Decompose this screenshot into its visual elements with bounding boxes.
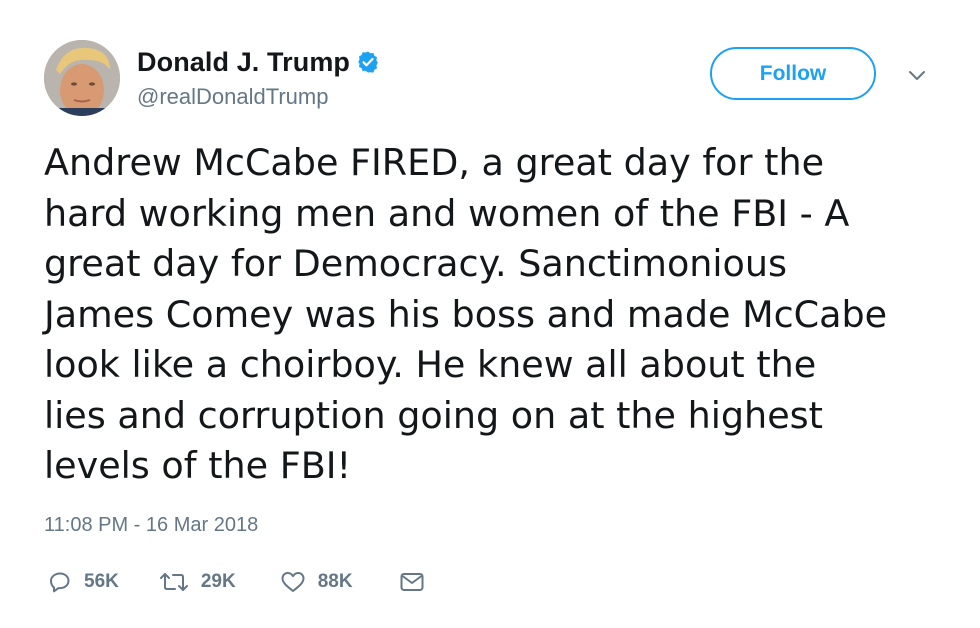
retweet-button[interactable]: 29K <box>159 570 236 594</box>
tweet-card: Donald J. Trump @realDonaldTrump Follow … <box>0 0 980 628</box>
avatar[interactable] <box>44 40 120 116</box>
author-handle[interactable]: @realDonaldTrump <box>137 84 328 110</box>
retweet-icon <box>159 570 189 594</box>
like-button[interactable]: 88K <box>280 570 353 594</box>
follow-button[interactable]: Follow <box>710 47 876 100</box>
author-display-name[interactable]: Donald J. Trump <box>137 47 350 78</box>
reply-count: 56K <box>84 571 119 592</box>
reply-icon <box>48 570 72 594</box>
chevron-down-icon[interactable] <box>904 64 930 86</box>
message-button[interactable] <box>399 571 425 593</box>
author-name-row: Donald J. Trump <box>137 46 380 78</box>
heart-icon <box>280 570 306 594</box>
tweet-actions: 56K 29K 88K <box>48 565 425 599</box>
tweet-timestamp[interactable]: 11:08 PM - 16 Mar 2018 <box>44 514 258 537</box>
tweet-text: Andrew McCabe FIRED, a great day for the… <box>44 141 888 487</box>
like-count: 88K <box>317 571 353 592</box>
verified-badge-icon <box>356 50 380 74</box>
retweet-count: 29K <box>200 571 236 592</box>
avatar-image <box>44 40 120 116</box>
envelope-icon <box>399 571 425 593</box>
reply-button[interactable]: 56K <box>48 570 119 594</box>
